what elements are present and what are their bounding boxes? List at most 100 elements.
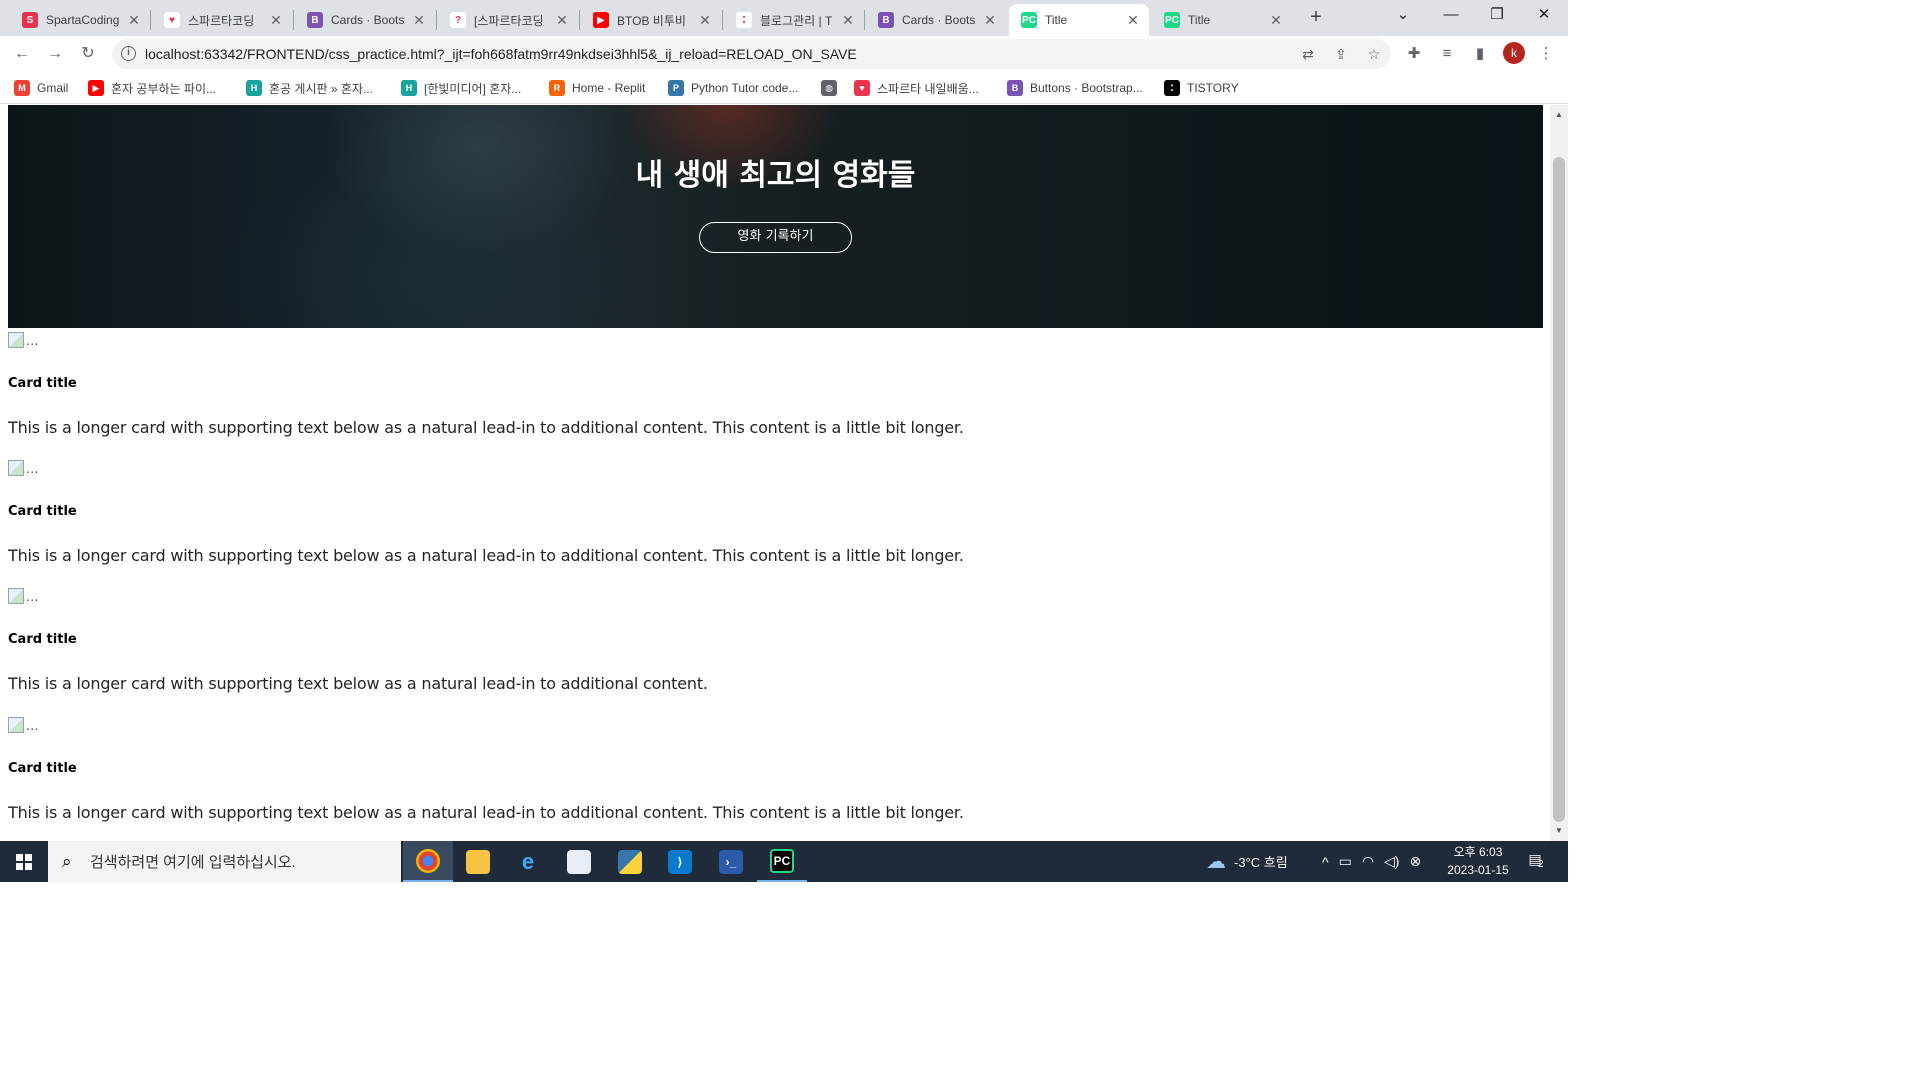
tab-close-icon[interactable]: ✕: [126, 12, 142, 29]
tab-close-icon[interactable]: ✕: [1125, 12, 1141, 29]
clock-time: 오후 6:03: [1453, 845, 1503, 859]
address-bar[interactable]: i localhost:63342/FRONTEND/css_practice.…: [112, 39, 1391, 69]
wifi-icon[interactable]: ◠: [1362, 853, 1374, 870]
forward-arrow-icon[interactable]: →: [43, 42, 67, 66]
broken-image-icon: [8, 460, 24, 476]
scroll-up-arrow-icon[interactable]: ▲: [1550, 107, 1568, 123]
taskbar-internet-explorer[interactable]: e: [503, 841, 553, 882]
card-image: ...: [8, 586, 1508, 606]
bookmark-item[interactable]: H [한빛미디어] 혼자...: [401, 79, 521, 97]
movie-card: ... Card title This is a longer card with …: [8, 458, 1508, 565]
browser-tab[interactable]: PC Title ✕: [1152, 4, 1292, 36]
bookmark-item[interactable]: ⁚ TISTORY: [1164, 79, 1239, 97]
cloud-icon: ☁: [1206, 851, 1226, 873]
notification-center-icon[interactable]: ▤ 2: [1524, 851, 1546, 871]
site-info-icon[interactable]: i: [121, 46, 136, 61]
profile-avatar[interactable]: k: [1503, 42, 1525, 64]
heart-icon: ♥: [854, 80, 870, 96]
bookmark-item[interactable]: P Python Tutor code...: [668, 79, 798, 97]
card-image-alt: ...: [26, 331, 39, 349]
record-movie-button[interactable]: 영화 기록하기: [699, 222, 852, 253]
bookmark-item[interactable]: R Home - Replit: [549, 79, 645, 97]
bookmark-item[interactable]: M Gmail: [14, 79, 68, 97]
browser-tab[interactable]: ? [스파르타코딩 ✕: [438, 4, 578, 36]
tab-title: BTOB 비투비: [617, 13, 686, 28]
replit-icon: R: [549, 80, 565, 96]
movie-card: ... Card title This is a longer card with …: [8, 586, 1508, 693]
battery-icon[interactable]: ▭: [1339, 853, 1352, 870]
tab-title: 스파르타코딩: [188, 13, 255, 28]
tab-search-chevron-icon[interactable]: ⌄: [1380, 0, 1426, 32]
media-controls-icon[interactable]: ≡: [1437, 44, 1457, 64]
bookmark-label: Home - Replit: [572, 81, 646, 95]
browser-tab[interactable]: S SpartaCoding ✕: [10, 4, 150, 36]
bookmark-item[interactable]: B Buttons · Bootstrap...: [1007, 79, 1143, 97]
bookmark-star-icon[interactable]: ☆: [1365, 46, 1383, 62]
tab-close-icon[interactable]: ✕: [1268, 12, 1284, 29]
side-panel-icon[interactable]: ▮: [1470, 44, 1490, 64]
python-idle-icon: [618, 849, 642, 874]
question-icon: ?: [450, 12, 466, 28]
card-title: Card title: [8, 761, 77, 776]
bookmark-label: Python Tutor code...: [691, 81, 799, 95]
tab-strip: S SpartaCoding ✕ ♥ 스파르타코딩 ✕ B Cards · Bootst ✕? […: [0, 0, 1568, 36]
system-clock[interactable]: 오후 6:03 2023-01-15: [1438, 843, 1518, 879]
hongong-icon: H: [246, 80, 262, 96]
taskbar-vscode[interactable]: ⟩: [655, 841, 705, 882]
bookmark-item[interactable]: ♥ 스파르타 내일배움...: [854, 79, 979, 97]
scroll-down-arrow-icon[interactable]: ▼: [1550, 823, 1568, 839]
bookmark-item[interactable]: H 혼공 게시판 » 혼자...: [246, 79, 373, 97]
taskbar-pycharm[interactable]: PC: [757, 841, 807, 882]
tistory-icon: ⁚: [1164, 80, 1180, 96]
clock-date: 2023-01-15: [1447, 863, 1509, 877]
youtube-icon: ▶: [88, 80, 104, 96]
show-hidden-icons-chevron-icon[interactable]: ^: [1322, 854, 1329, 870]
hero-banner: 내 생애 최고의 영화들 영화 기록하기: [8, 105, 1543, 328]
vertical-scrollbar[interactable]: ▲ ▼: [1550, 105, 1568, 841]
browser-tab[interactable]: B Cards · Bootst ✕: [295, 4, 435, 36]
extensions-icon[interactable]: ✚: [1404, 44, 1424, 64]
taskbar-python[interactable]: [605, 841, 655, 882]
tab-close-icon[interactable]: ✕: [982, 12, 998, 29]
browser-tab[interactable]: PC Title ✕: [1009, 4, 1149, 36]
tab-close-icon[interactable]: ✕: [840, 12, 856, 29]
url-text[interactable]: localhost:63342/FRONTEND/css_practice.ht…: [145, 46, 857, 62]
card-image-alt: ...: [26, 587, 39, 605]
tab-close-icon[interactable]: ✕: [554, 12, 570, 29]
tab-close-icon[interactable]: ✕: [411, 12, 427, 29]
bookmark-item[interactable]: ◍: [821, 79, 844, 97]
back-arrow-icon[interactable]: ←: [10, 42, 34, 66]
new-tab-button[interactable]: +: [1305, 6, 1327, 28]
minimize-icon[interactable]: —: [1428, 0, 1474, 32]
card-image-alt: ...: [26, 459, 39, 477]
bootstrap-icon: B: [878, 12, 894, 28]
tab-close-icon[interactable]: ✕: [697, 12, 713, 29]
globe-icon: ◍: [821, 80, 837, 96]
bookmark-item[interactable]: ▶ 혼자 공부하는 파이...: [88, 79, 216, 97]
pycharm-icon: PC: [770, 848, 794, 873]
volume-icon[interactable]: ◁): [1384, 853, 1399, 870]
tab-separator: [864, 10, 865, 30]
input-method-icon[interactable]: ⊗: [1409, 853, 1421, 870]
taskbar-powershell[interactable]: ›_: [706, 841, 756, 882]
tab-close-icon[interactable]: ✕: [268, 12, 284, 29]
tab-title: Title: [1188, 13, 1211, 27]
share-icon[interactable]: ⇪: [1332, 46, 1350, 62]
card-image: ...: [8, 715, 1508, 735]
taskbar-chrome[interactable]: [403, 841, 453, 882]
start-button[interactable]: [0, 841, 48, 882]
browser-tab[interactable]: ⁚ 블로그관리 | T ✕: [724, 4, 864, 36]
scrollbar-thumb[interactable]: [1553, 157, 1565, 822]
reload-icon[interactable]: ↻: [76, 42, 100, 66]
close-window-icon[interactable]: ✕: [1521, 0, 1567, 32]
browser-tab[interactable]: ♥ 스파르타코딩 ✕: [152, 4, 292, 36]
weather-widget[interactable]: ☁ -3°C 흐림: [1206, 841, 1288, 882]
menu-kebab-icon[interactable]: ⋮: [1536, 44, 1556, 64]
taskbar-notes[interactable]: [554, 841, 604, 882]
taskbar-search[interactable]: ⌕ 검색하려면 여기에 입력하십시오.: [48, 841, 401, 882]
translate-icon[interactable]: ⇄: [1299, 46, 1317, 62]
browser-tab[interactable]: ▶ BTOB 비투비 ✕: [581, 4, 721, 36]
restore-icon[interactable]: ❐: [1474, 0, 1520, 32]
browser-tab[interactable]: B Cards · Boots ✕: [866, 4, 1006, 36]
taskbar-file-explorer[interactable]: [453, 841, 503, 882]
